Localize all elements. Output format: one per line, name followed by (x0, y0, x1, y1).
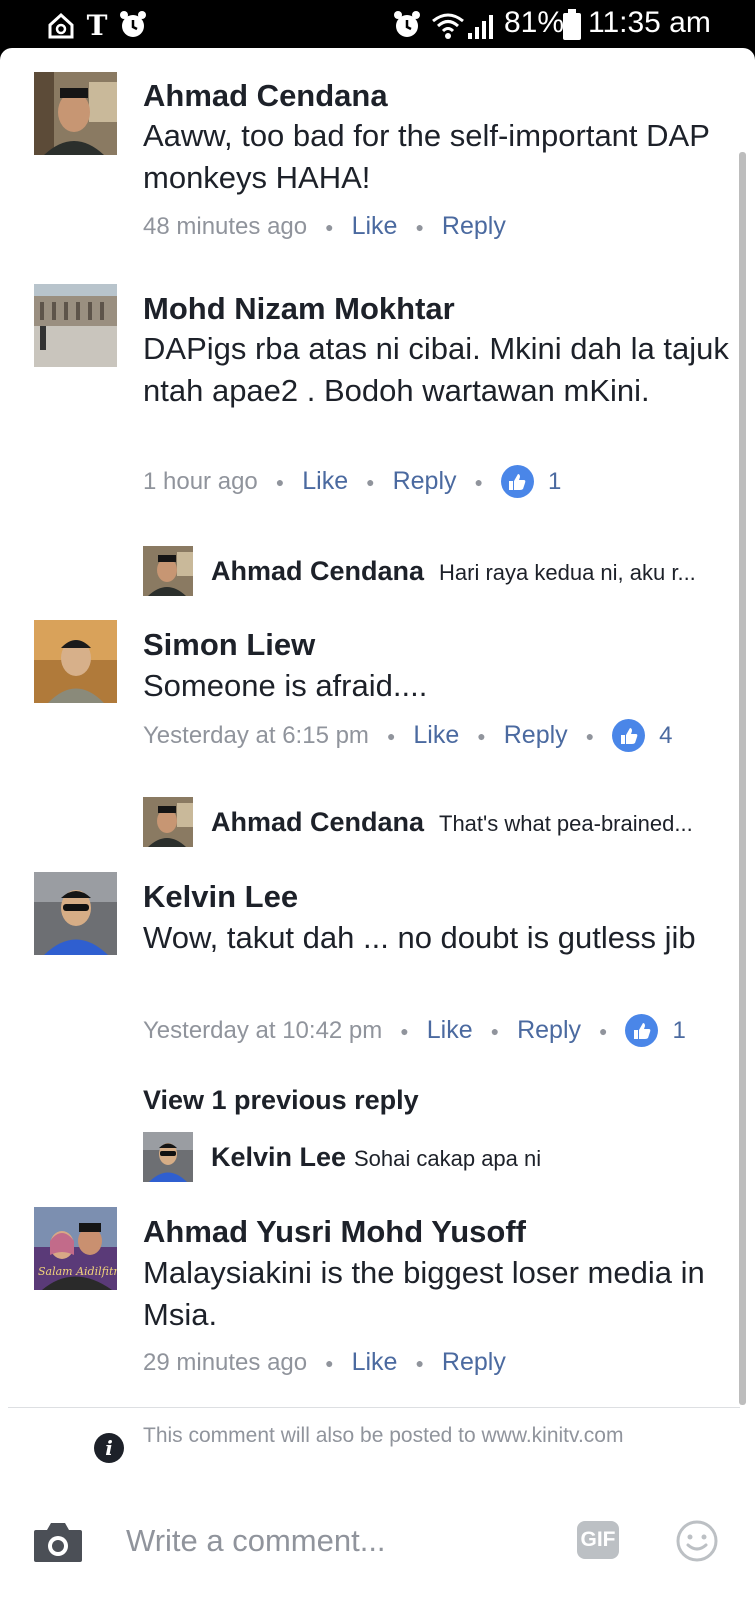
reply-button[interactable]: Reply (442, 1348, 506, 1377)
comment-author[interactable]: Simon Liew (143, 627, 315, 663)
avatar[interactable] (143, 797, 193, 847)
comment-meta: 1 hour ago ● Like ● Reply ● 1 (143, 465, 561, 498)
reply-button[interactable]: Reply (504, 721, 568, 750)
separator-dot: ● (386, 727, 396, 744)
comment-text: Malaysiakini is the biggest loser media … (143, 1255, 705, 1332)
comment-time[interactable]: 1 hour ago (143, 468, 258, 496)
reply-author[interactable]: Kelvin Lee (211, 1142, 346, 1173)
avatar[interactable] (34, 284, 117, 367)
view-previous-replies-link[interactable]: View 1 previous reply (143, 1085, 419, 1116)
comment-author[interactable]: Ahmad Cendana (143, 78, 388, 114)
battery-percent: 81% (504, 6, 565, 39)
separator-dot: ● (490, 1022, 500, 1039)
avatar[interactable]: Salam Aidilfitri (34, 1207, 117, 1290)
like-count[interactable]: 4 (659, 722, 672, 750)
comment-time[interactable]: 29 minutes ago (143, 1349, 307, 1377)
crosspost-notice: This comment will also be posted to www.… (143, 1424, 624, 1447)
comment-time[interactable]: 48 minutes ago (143, 213, 307, 241)
separator-dot: ● (477, 727, 486, 744)
comment-meta: 29 minutes ago ● Like ● Reply (143, 1348, 506, 1377)
separator-dot: ● (415, 218, 424, 235)
gif-button[interactable]: GIF (577, 1521, 619, 1559)
divider (8, 1407, 740, 1408)
comment-author[interactable]: Ahmad Yusri Mohd Yusoff (143, 1214, 526, 1250)
sticker-smiley-icon[interactable] (676, 1520, 718, 1562)
separator-dot: ● (585, 727, 595, 744)
separator-dot: ● (325, 218, 334, 235)
separator-dot: ● (366, 473, 375, 490)
alarm-icon (394, 11, 420, 37)
thumbs-up-icon[interactable] (625, 1014, 659, 1047)
like-count[interactable]: 1 (672, 1017, 685, 1045)
svg-text:T: T (87, 9, 108, 41)
comment-time[interactable]: Yesterday at 10:42 pm (143, 1017, 382, 1045)
clock: 11:35 am (588, 6, 711, 39)
reply-author[interactable]: Ahmad Cendana (211, 807, 424, 838)
avatar[interactable] (143, 1132, 193, 1182)
like-button[interactable]: Like (413, 721, 459, 750)
reply-preview[interactable]: Ahmad Cendana That's what pea-brained... (143, 797, 733, 849)
like-button[interactable]: Like (352, 212, 398, 241)
reply-text: That's what pea-brained... (439, 811, 693, 836)
separator-dot: ● (599, 1022, 608, 1039)
reply-button[interactable]: Reply (393, 467, 457, 496)
reply-preview[interactable]: Ahmad Cendana Hari raya kedua ni, aku r.… (143, 546, 733, 598)
avatar[interactable] (34, 872, 117, 955)
comment-author[interactable]: Mohd Nizam Mokhtar (143, 291, 455, 327)
comment-meta: Yesterday at 6:15 pm ● Like ● Reply ● 4 (143, 719, 673, 752)
comment-text: Someone is afraid.... (143, 668, 428, 703)
avatar[interactable] (34, 72, 117, 155)
separator-dot: ● (474, 473, 483, 490)
reply-button[interactable]: Reply (517, 1016, 581, 1045)
comment-author[interactable]: Kelvin Lee (143, 879, 298, 915)
avatar[interactable] (34, 620, 117, 703)
signal-icon (468, 15, 493, 39)
comment-input[interactable]: Write a comment... (126, 1523, 386, 1559)
comment-text: Wow, takut dah ... no doubt is gutless j… (143, 920, 696, 955)
separator-dot: ● (400, 1022, 409, 1039)
like-count[interactable]: 1 (548, 468, 561, 496)
wifi-icon (432, 13, 464, 39)
avatar-overlay-text: Salam Aidilfitri (38, 1265, 117, 1278)
comment-text: DAPigs rba atas ni cibai. Mkini dah la t… (143, 331, 729, 408)
home-sync-icon (48, 12, 74, 39)
info-icon: i (94, 1433, 124, 1463)
separator-dot: ● (325, 1354, 334, 1371)
scrollbar[interactable] (739, 152, 746, 1405)
thumbs-up-icon[interactable] (500, 465, 534, 498)
reply-text: Hari raya kedua ni, aku r... (439, 560, 696, 585)
camera-icon[interactable] (32, 1520, 84, 1564)
alarm-icon (120, 11, 146, 37)
comment-meta: 48 minutes ago ● Like ● Reply (143, 212, 506, 241)
reply-button[interactable]: Reply (442, 212, 506, 241)
like-button[interactable]: Like (352, 1348, 398, 1377)
like-button[interactable]: Like (302, 467, 348, 496)
avatar[interactable] (143, 546, 193, 596)
thumbs-up-icon[interactable] (612, 719, 646, 752)
reply-text: Sohai cakap apa ni (354, 1146, 542, 1171)
battery-icon (563, 9, 581, 40)
status-bar: T 81% 11:35 am (0, 0, 755, 50)
reply-author[interactable]: Ahmad Cendana (211, 556, 424, 587)
reply-preview[interactable]: Kelvin Lee Sohai cakap apa ni (143, 1132, 733, 1184)
comment-meta: Yesterday at 10:42 pm ● Like ● Reply ● 1 (143, 1014, 686, 1047)
comment-time[interactable]: Yesterday at 6:15 pm (143, 722, 369, 750)
like-button[interactable]: Like (427, 1016, 473, 1045)
nytimes-icon: T (87, 9, 108, 41)
separator-dot: ● (275, 473, 285, 490)
separator-dot: ● (415, 1354, 424, 1371)
comment-text: Aaww, too bad for the self-important DAP… (143, 118, 710, 195)
